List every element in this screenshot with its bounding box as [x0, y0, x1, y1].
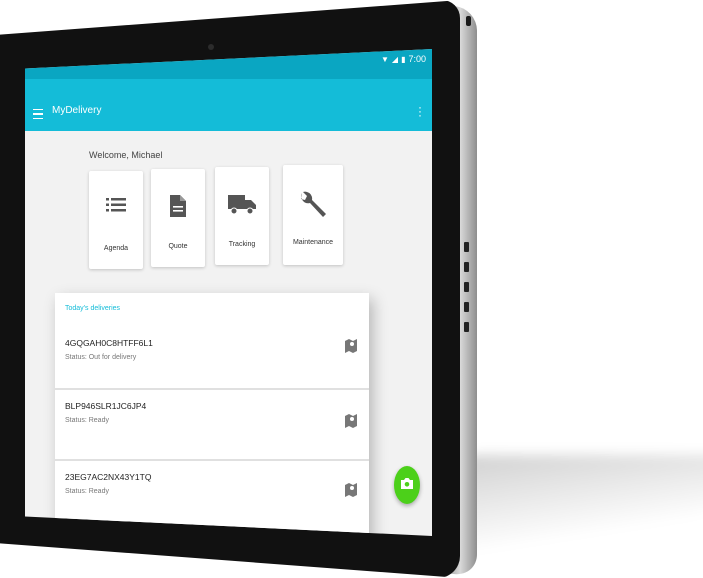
- camera-fab[interactable]: [394, 466, 420, 504]
- wifi-icon: ▼: [380, 54, 389, 64]
- product-mockup: ▼ ◢ ▮ 7:00 MyDelivery · · · Welcome, Micha…: [0, 0, 703, 578]
- app-bar: MyDelivery · · ·: [25, 79, 432, 131]
- tile-label: Maintenance: [292, 239, 334, 246]
- wrench-icon: [299, 191, 327, 223]
- deliveries-heading: Today's deliveries: [65, 305, 121, 312]
- camera-icon: [401, 476, 413, 494]
- tile-quote[interactable]: Quote: [151, 169, 205, 267]
- delivery-status: Status: Ready: [65, 488, 109, 495]
- headphone-jack: [466, 16, 471, 26]
- map-icon[interactable]: [345, 339, 357, 358]
- app-screen: ▼ ◢ ▮ 7:00 MyDelivery · · · Welcome, Micha…: [25, 49, 432, 536]
- signal-icon: ◢: [391, 54, 399, 64]
- app-title: MyDelivery: [52, 105, 102, 116]
- side-button: [464, 242, 469, 252]
- overflow-menu-icon[interactable]: · · ·: [418, 101, 422, 121]
- menu-icon[interactable]: [33, 109, 43, 119]
- map-icon[interactable]: [345, 414, 357, 433]
- tile-tracking[interactable]: Tracking: [215, 167, 269, 265]
- side-button: [464, 302, 469, 312]
- document-icon: [170, 195, 186, 219]
- tile-maintenance[interactable]: Maintenance: [283, 165, 343, 265]
- delivery-item[interactable]: 4GQGAH0C8HTFF6L1 Status: Out for deliver…: [55, 327, 369, 385]
- delivery-code: 4GQGAH0C8HTFF6L1: [65, 338, 153, 348]
- front-camera: [208, 44, 214, 50]
- tile-agenda[interactable]: Agenda: [89, 171, 143, 269]
- delivery-item[interactable]: BLP946SLR1JC6JP4 Status: Ready: [55, 390, 369, 448]
- welcome-text: Welcome, Michael: [89, 150, 163, 160]
- tile-label: Quote: [168, 243, 188, 250]
- side-button: [464, 262, 469, 272]
- tile-label: Agenda: [103, 245, 129, 252]
- delivery-item[interactable]: 23EG7AC2NX43Y1TQ Status: Ready: [55, 461, 369, 519]
- map-icon[interactable]: [345, 483, 357, 502]
- delivery-code: 23EG7AC2NX43Y1TQ: [65, 472, 152, 482]
- status-time: 7:00: [408, 54, 426, 64]
- side-button: [464, 282, 469, 292]
- delivery-status: Status: Out for delivery: [65, 354, 137, 361]
- deliveries-card: Today's deliveries 4GQGAH0C8HTFF6L1 Stat…: [55, 293, 369, 536]
- delivery-status: Status: Ready: [65, 417, 109, 424]
- truck-icon: [228, 193, 256, 217]
- side-button: [464, 322, 469, 332]
- delivery-code: BLP946SLR1JC6JP4: [65, 401, 147, 411]
- tile-label: Tracking: [228, 241, 256, 248]
- list-icon: [106, 197, 126, 215]
- battery-icon: ▮: [401, 54, 406, 64]
